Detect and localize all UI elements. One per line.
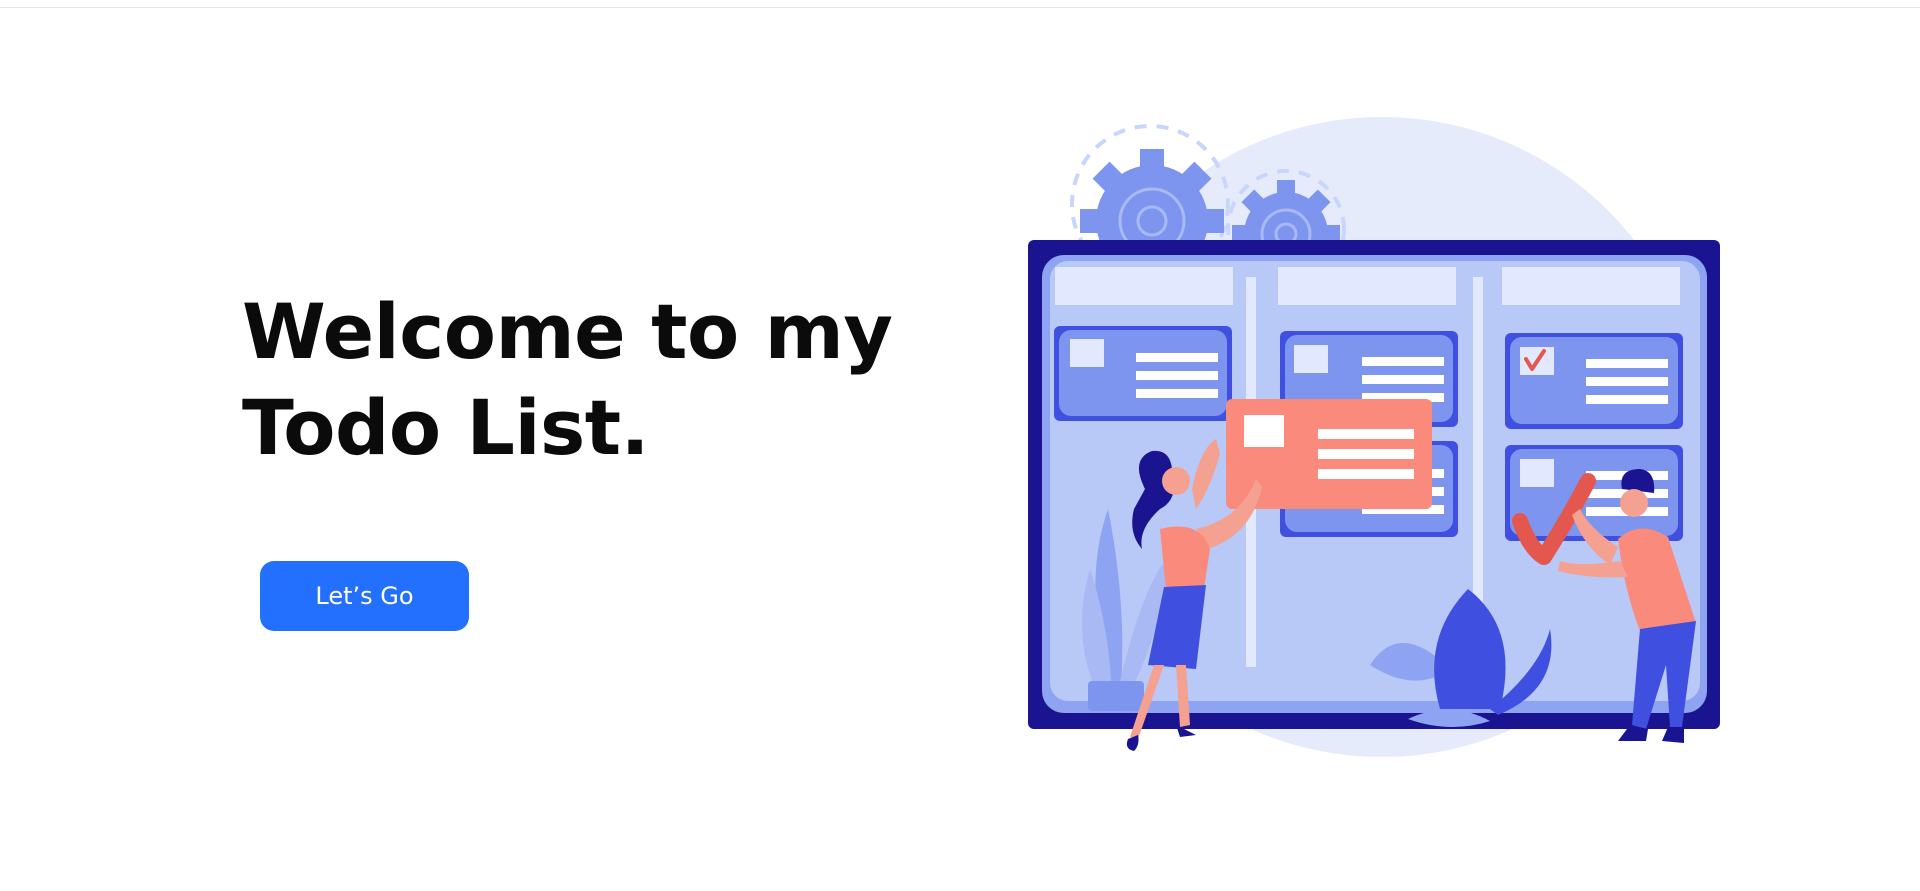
column-header-2 (1278, 267, 1456, 305)
column-header-1 (1055, 267, 1233, 305)
kanban-board-illustration (1028, 117, 1720, 757)
title-line-1: Welcome to my (242, 287, 893, 376)
page-title: Welcome to my Todo List. (242, 284, 893, 476)
hero-section: Welcome to my Todo List. Let’s Go (0, 9, 1920, 891)
hero-text: Welcome to my Todo List. (242, 284, 893, 476)
column-header-3 (1502, 267, 1680, 305)
title-line-2: Todo List. (242, 383, 649, 472)
done-card (1505, 445, 1683, 541)
todo-card (1054, 326, 1232, 421)
done-card (1505, 333, 1683, 429)
top-divider (0, 0, 1920, 8)
column-divider-2 (1473, 277, 1483, 637)
lets-go-button[interactable]: Let’s Go (260, 561, 469, 631)
